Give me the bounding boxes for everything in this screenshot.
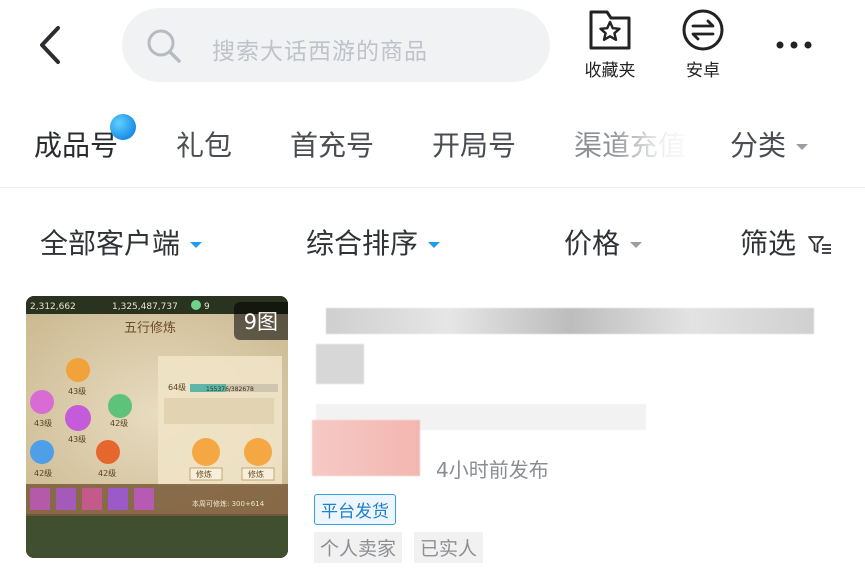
seller-type-tag: 个人卖家 bbox=[314, 532, 403, 563]
favorites-label: 收藏夹 bbox=[584, 61, 636, 81]
chevron-left-icon bbox=[40, 26, 60, 64]
search-input[interactable]: 搜索大话西游的商品 bbox=[122, 8, 550, 82]
product-card[interactable]: 2,312,662 1,325,487,737 9 五行修炼 43级 43级 4… bbox=[0, 296, 865, 574]
product-thumbnail[interactable]: 2,312,662 1,325,487,737 9 五行修炼 43级 43级 4… bbox=[26, 296, 288, 558]
weekly-cultivation-text: 本周可修炼: 300+614 bbox=[192, 499, 265, 508]
platform-delivery-tag: 平台发货 bbox=[314, 494, 396, 525]
filter-funnel-icon bbox=[808, 236, 831, 254]
tab-label: 礼包 bbox=[176, 129, 233, 162]
tab-label: 首充号 bbox=[290, 129, 375, 162]
favorites-button[interactable]: 收藏夹 bbox=[575, 8, 645, 88]
sort-filter-label: 综合排序 bbox=[306, 227, 419, 260]
redacted-title bbox=[326, 308, 814, 334]
category-tabs: 成品号 礼包 首充号 开局号 渠道充值 分类 bbox=[0, 100, 865, 188]
tab-fade-overlay bbox=[610, 118, 700, 168]
orb-level: 43级 bbox=[68, 386, 86, 396]
more-options-button[interactable] bbox=[770, 30, 820, 60]
progress-text: 155376/382678 bbox=[206, 386, 254, 393]
android-button[interactable]: 安卓 bbox=[668, 8, 738, 88]
caret-down-icon bbox=[630, 242, 643, 248]
favorites-folder-icon bbox=[589, 10, 631, 50]
screen-filter-label: 筛选 bbox=[740, 227, 797, 260]
cultivate-button-label: 修炼 bbox=[196, 469, 212, 479]
orb-level: 42级 bbox=[98, 468, 116, 478]
redacted-title-line2 bbox=[316, 344, 364, 384]
orb-level: 42级 bbox=[34, 468, 52, 478]
tab-starter-account[interactable]: 开局号 bbox=[432, 124, 516, 164]
stat-gold: 2,312,662 bbox=[30, 302, 76, 312]
price-filter[interactable]: 价格 bbox=[564, 222, 643, 262]
cultivate-button-label: 修炼 bbox=[248, 469, 264, 479]
redacted-price bbox=[312, 420, 420, 476]
orb-level: 43级 bbox=[68, 434, 86, 444]
back-button[interactable] bbox=[28, 20, 76, 70]
tab-label: 分类 bbox=[730, 129, 787, 162]
filter-bar: 全部客户端 综合排序 价格 筛选 bbox=[0, 190, 865, 286]
caret-down-icon bbox=[796, 144, 809, 150]
posted-time: 4小时前发布 bbox=[436, 458, 549, 482]
top-bar: 搜索大话西游的商品 收藏夹 安卓 bbox=[0, 0, 865, 92]
switch-arrows-icon bbox=[682, 9, 724, 51]
tab-label: 开局号 bbox=[432, 129, 517, 162]
panel-title: 五行修炼 bbox=[124, 321, 176, 336]
more-dots-icon bbox=[776, 41, 812, 49]
tab-finished-account[interactable]: 成品号 bbox=[34, 124, 118, 164]
notification-dot bbox=[110, 114, 136, 140]
caret-down-icon bbox=[428, 242, 441, 248]
client-filter-label: 全部客户端 bbox=[40, 227, 181, 260]
tab-label: 成品号 bbox=[34, 129, 119, 162]
tab-gift-pack[interactable]: 礼包 bbox=[176, 124, 232, 164]
orb-level: 43级 bbox=[34, 418, 52, 428]
search-icon bbox=[147, 29, 181, 63]
orb-level: 42级 bbox=[110, 418, 128, 428]
stat-silver: 1,325,487,737 bbox=[112, 302, 178, 312]
tab-category[interactable]: 分类 bbox=[730, 124, 809, 164]
tab-first-recharge[interactable]: 首充号 bbox=[290, 124, 374, 164]
level-text: 64级 bbox=[168, 382, 186, 392]
image-count-badge: 9图 bbox=[233, 302, 288, 340]
android-label: 安卓 bbox=[686, 61, 720, 81]
screen-filter[interactable]: 筛选 bbox=[740, 222, 833, 262]
price-filter-label: 价格 bbox=[564, 227, 621, 260]
sort-filter[interactable]: 综合排序 bbox=[306, 222, 441, 262]
verified-tag: 已实人 bbox=[414, 532, 484, 563]
caret-down-icon bbox=[190, 242, 203, 248]
search-placeholder: 搜索大话西游的商品 bbox=[212, 39, 428, 65]
client-filter[interactable]: 全部客户端 bbox=[40, 222, 203, 262]
stat-gem: 9 bbox=[204, 302, 210, 312]
